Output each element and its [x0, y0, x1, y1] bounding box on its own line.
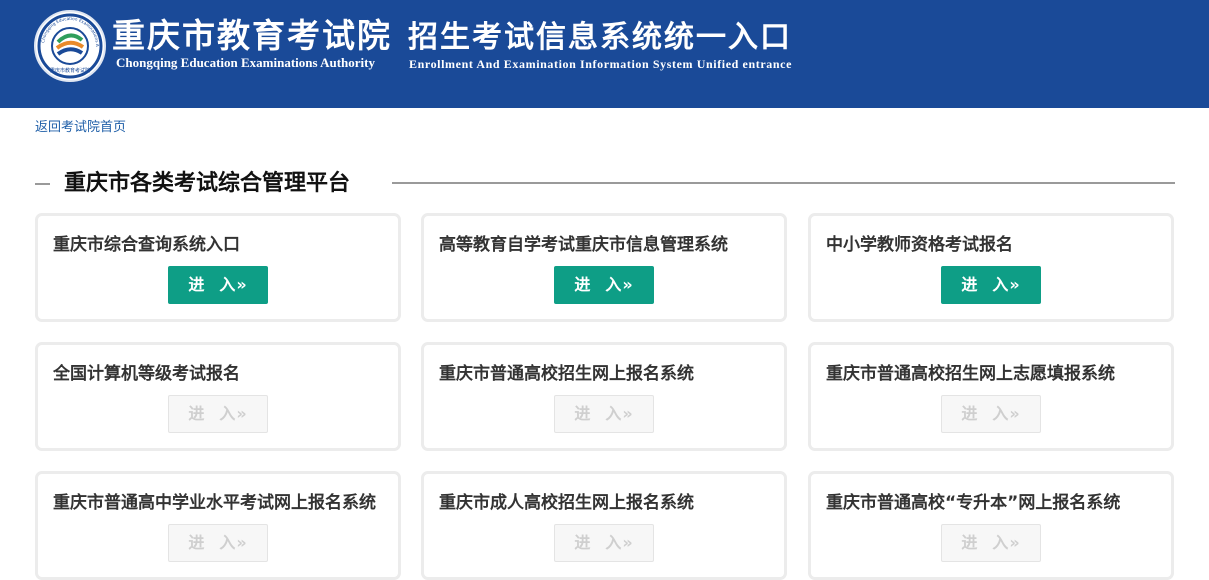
card-title: 重庆市综合查询系统入口: [53, 235, 240, 255]
enter-button[interactable]: 进入»: [554, 395, 654, 433]
enter-label-part1: 进: [574, 275, 592, 294]
section-divider-right: [392, 182, 1175, 184]
double-chevron-right-icon: »: [1009, 275, 1021, 294]
enter-label-part1: 进: [961, 533, 979, 552]
double-chevron-right-icon: »: [236, 404, 248, 423]
card-title: 重庆市成人高校招生网上报名系统: [439, 493, 694, 513]
double-chevron-right-icon: »: [236, 275, 248, 294]
enter-button[interactable]: 进入»: [554, 266, 654, 304]
enter-button[interactable]: 进入»: [168, 524, 268, 562]
enter-label-part2: 入: [605, 404, 623, 423]
card-title: 重庆市普通高校“专升本”网上报名系统: [826, 493, 1121, 513]
logo-ring-text-cn: 重庆市教育考试院: [50, 67, 90, 74]
card-title: 重庆市普通高校招生网上报名系统: [439, 364, 694, 384]
enter-button[interactable]: 进入»: [168, 266, 268, 304]
header-banner: 重庆市教育考试院 Chongqing Education Examination…: [0, 0, 1209, 108]
enter-button[interactable]: 进入»: [168, 395, 268, 433]
enter-label-part2: 入: [992, 275, 1010, 294]
enter-label-part1: 进: [188, 533, 206, 552]
back-to-homepage-link[interactable]: 返回考试院首页: [35, 119, 126, 137]
double-chevron-right-icon: »: [622, 404, 634, 423]
enter-label-part1: 进: [574, 533, 592, 552]
enter-label-part1: 进: [961, 275, 979, 294]
enter-label-part2: 入: [219, 404, 237, 423]
enter-button[interactable]: 进入»: [941, 395, 1041, 433]
enter-label-part2: 入: [605, 275, 623, 294]
enter-label-part1: 进: [961, 404, 979, 423]
enter-label-part1: 进: [574, 404, 592, 423]
enter-label-part2: 入: [219, 275, 237, 294]
section-divider-left: [35, 183, 50, 185]
org-name-cn: 重庆市教育考试院: [112, 16, 392, 55]
enter-button[interactable]: 进入»: [941, 266, 1041, 304]
double-chevron-right-icon: »: [622, 275, 634, 294]
system-card: 重庆市普通高中学业水平考试网上报名系统进入»: [35, 471, 401, 580]
card-title: 重庆市普通高校招生网上志愿填报系统: [826, 364, 1115, 384]
enter-label-part2: 入: [219, 533, 237, 552]
card-title: 全国计算机等级考试报名: [53, 364, 240, 384]
enter-button[interactable]: 进入»: [941, 524, 1041, 562]
double-chevron-right-icon: »: [1009, 404, 1021, 423]
card-title: 重庆市普通高中学业水平考试网上报名系统: [53, 493, 376, 513]
enter-label-part1: 进: [188, 275, 206, 294]
system-card: 重庆市综合查询系统入口进入»: [35, 213, 401, 322]
system-card: 重庆市成人高校招生网上报名系统进入»: [421, 471, 787, 580]
enter-label-part2: 入: [992, 533, 1010, 552]
authority-logo: 重庆市教育考试院 Chongqing Education Examination…: [34, 10, 106, 82]
card-title: 高等教育自学考试重庆市信息管理系统: [439, 235, 728, 255]
system-card: 全国计算机等级考试报名进入»: [35, 342, 401, 451]
double-chevron-right-icon: »: [1009, 533, 1021, 552]
enter-label-part1: 进: [188, 404, 206, 423]
enter-label-part2: 入: [605, 533, 623, 552]
section-title: 重庆市各类考试综合管理平台: [64, 171, 351, 196]
enter-label-part2: 入: [992, 404, 1010, 423]
card-title: 中小学教师资格考试报名: [826, 235, 1013, 255]
system-card: 重庆市普通高校招生网上志愿填报系统进入»: [808, 342, 1174, 451]
system-name-cn: 招生考试信息系统统一入口: [408, 20, 792, 55]
system-card: 重庆市普通高校“专升本”网上报名系统进入»: [808, 471, 1174, 580]
double-chevron-right-icon: »: [622, 533, 634, 552]
system-card: 重庆市普通高校招生网上报名系统进入»: [421, 342, 787, 451]
org-name-en: Chongqing Education Examinations Authori…: [116, 55, 375, 70]
system-card: 中小学教师资格考试报名进入»: [808, 213, 1174, 322]
double-chevron-right-icon: »: [236, 533, 248, 552]
system-card: 高等教育自学考试重庆市信息管理系统进入»: [421, 213, 787, 322]
system-name-en: Enrollment And Examination Information S…: [409, 57, 792, 71]
enter-button[interactable]: 进入»: [554, 524, 654, 562]
